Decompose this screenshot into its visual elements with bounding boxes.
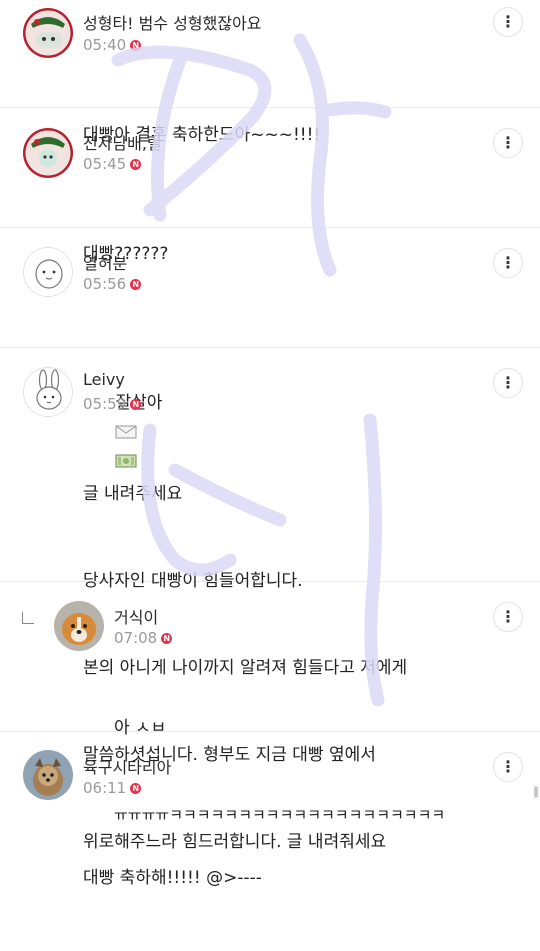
- more-options-button[interactable]: ⋮: [493, 752, 523, 782]
- more-options-button[interactable]: ⋮: [493, 7, 523, 37]
- more-options-icon: ⋮: [500, 12, 516, 31]
- more-options-button[interactable]: ⋮: [493, 248, 523, 278]
- comment-time: 05:56 N: [83, 275, 142, 293]
- comment-author[interactable]: Leivy: [83, 370, 125, 389]
- more-options-button[interactable]: ⋮: [493, 602, 523, 632]
- new-badge: N: [130, 278, 142, 290]
- comment-time: 07:08 N: [114, 629, 173, 647]
- avatar[interactable]: [23, 750, 73, 800]
- more-options-button[interactable]: ⋮: [493, 368, 523, 398]
- more-options-icon: ⋮: [500, 253, 516, 272]
- comment-author[interactable]: 열허분: [83, 250, 127, 274]
- new-badge: N: [130, 39, 142, 51]
- comment-item: 성형타! 범수 성형했잖아요 05:40 N ⋮ 대빵아 결혼 축하한드아~~~…: [0, 0, 540, 145]
- comment-author[interactable]: 전자담배,릴: [83, 130, 162, 154]
- comment-time: 05:45 N: [83, 155, 142, 173]
- comment-time: 06:11 N: [83, 779, 142, 797]
- comment-time-text: 06:11: [83, 779, 127, 797]
- comment-author[interactable]: 거식이: [114, 604, 158, 628]
- comment-author[interactable]: 성형타! 범수 성형했잖아요: [83, 10, 262, 34]
- more-options-icon: ⋮: [500, 373, 516, 392]
- comment-time-text: 05:40: [83, 36, 127, 54]
- new-badge: N: [130, 782, 142, 794]
- scrollbar[interactable]: [534, 786, 538, 798]
- avatar[interactable]: [23, 128, 73, 178]
- avatar-image: [23, 750, 73, 800]
- comment-text: 대빵 축하해!!!!! @>----: [83, 806, 262, 951]
- avatar-image: [23, 128, 73, 178]
- comment-item: 전자담배,릴 05:45 N ⋮ 대빵??????: [0, 108, 540, 264]
- new-badge: N: [130, 398, 142, 410]
- avatar[interactable]: [54, 601, 104, 651]
- comment-author[interactable]: 육구시타리아: [83, 754, 171, 778]
- comment-time: 05:59 N: [83, 395, 142, 413]
- avatar[interactable]: [23, 247, 73, 297]
- comment-item: 육구시타리아 06:11 N ⋮ 대빵 축하해!!!!! @>----: [0, 732, 540, 888]
- avatar-image: [24, 368, 72, 416]
- avatar[interactable]: [23, 8, 73, 58]
- comment-line: 대빵 축하해!!!!! @>----: [83, 868, 262, 888]
- comment-line: 글 내려주세요: [83, 484, 183, 504]
- more-options-icon: ⋮: [500, 607, 516, 626]
- comment-time-text: 05:45: [83, 155, 127, 173]
- new-badge: N: [161, 632, 173, 644]
- comment-time-text: 05:56: [83, 275, 127, 293]
- avatar[interactable]: [23, 367, 73, 417]
- new-badge: N: [130, 158, 142, 170]
- comment-item: 열허분 05:56 N ⋮ 잘살아: [0, 228, 540, 468]
- avatar-image: [54, 601, 104, 651]
- more-options-icon: ⋮: [500, 757, 516, 776]
- comment-item: Leivy 05:59 N ⋮ 글 내려주세요 당사자인 대빵이 힘들어합니다.…: [0, 348, 540, 852]
- reply-item: 거식이 07:08 N ⋮ 아 ㅅㅂ ㅠㅠㅠㅠㅋㅋㅋㅋㅋㅋㅋㅋㅋㅋㅋㅋㅋㅋㅋㅋㅋ…: [0, 582, 540, 824]
- comment-time-text: 07:08: [114, 629, 158, 647]
- avatar-image: [23, 8, 73, 58]
- reply-arrow-icon: [22, 612, 34, 624]
- more-options-button[interactable]: ⋮: [493, 128, 523, 158]
- more-options-icon: ⋮: [500, 133, 516, 152]
- comment-time-text: 05:59: [83, 395, 127, 413]
- comment-time: 05:40 N: [83, 36, 142, 54]
- avatar-image: [24, 248, 72, 296]
